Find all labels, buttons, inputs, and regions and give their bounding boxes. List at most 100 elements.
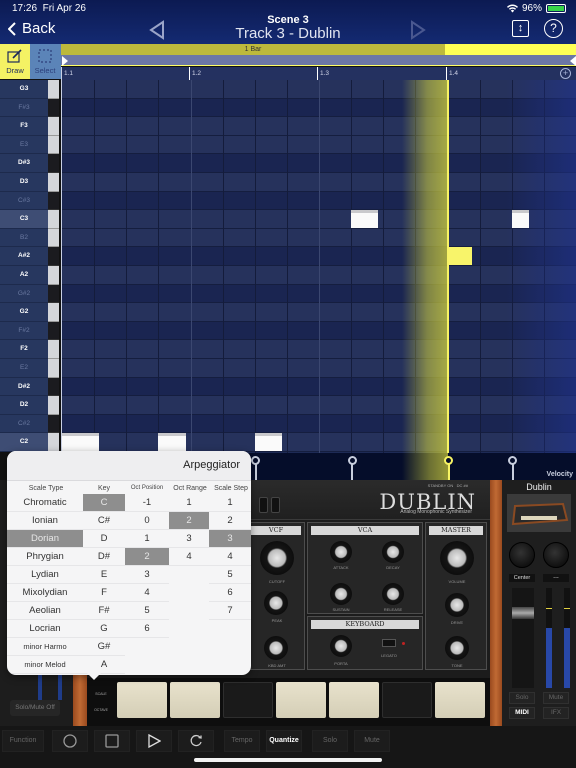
piano-key-row[interactable]: D3 [0, 173, 61, 192]
oct-position-option[interactable]: 3 [125, 566, 169, 584]
piano-key-row[interactable]: F#3 [0, 98, 61, 118]
piano-key[interactable] [48, 98, 59, 118]
piano-key-row[interactable]: D#2 [0, 377, 61, 397]
key-option[interactable]: C [83, 494, 125, 512]
key-option[interactable]: G# [83, 638, 125, 656]
piano-key-row[interactable]: G2 [0, 303, 61, 322]
help-button[interactable]: ? [544, 19, 563, 38]
oct-range-option[interactable]: 3 [169, 530, 209, 548]
scale-octave-controls[interactable]: SCALE OCTAVE [89, 682, 113, 718]
key-option[interactable]: D [83, 530, 125, 548]
add-bar-button[interactable]: + [560, 68, 571, 79]
key-option[interactable]: E [83, 566, 125, 584]
piano-key[interactable] [48, 396, 59, 415]
scale-type-option[interactable]: Mixolydian [7, 584, 83, 602]
scale-step-option[interactable]: 4 [209, 548, 251, 566]
piano-key-row[interactable]: D#3 [0, 154, 61, 173]
synth-key[interactable] [382, 682, 432, 718]
legato-switch[interactable] [382, 639, 396, 647]
piano-key[interactable] [48, 210, 59, 229]
note-block[interactable] [447, 247, 472, 266]
piano-key-row[interactable]: F2 [0, 340, 61, 359]
piano-key-row[interactable]: F#2 [0, 321, 61, 341]
scale-step-option[interactable]: 2 [209, 512, 251, 530]
piano-key-row[interactable]: C#3 [0, 191, 61, 211]
midi-button[interactable]: MIDI [509, 707, 535, 719]
note-block[interactable] [254, 433, 283, 452]
decay-knob[interactable] [382, 541, 404, 563]
piano-key[interactable] [48, 80, 59, 99]
piano-key-row[interactable]: E3 [0, 135, 61, 155]
attack-knob[interactable] [330, 541, 352, 563]
stop-button[interactable] [94, 730, 130, 752]
oct-position-option[interactable]: 6 [125, 620, 169, 638]
piano-key-row[interactable]: D2 [0, 396, 61, 415]
scale-type-option[interactable]: Aeolian [7, 602, 83, 620]
piano-key[interactable] [48, 173, 59, 192]
next-track-icon[interactable] [410, 20, 426, 40]
sustain-knob[interactable] [330, 583, 352, 605]
key-option[interactable]: G [83, 620, 125, 638]
scale-step-option[interactable]: 5 [209, 566, 251, 584]
piano-key[interactable] [48, 191, 59, 211]
piano-key[interactable] [48, 377, 59, 397]
piano-key-row[interactable]: C2 [0, 433, 61, 452]
mute-transport-button[interactable]: Mute [354, 730, 390, 752]
piano-key-row[interactable]: A#2 [0, 247, 61, 266]
volume-fader-handle[interactable] [512, 607, 534, 619]
solo-button[interactable]: Solo [509, 692, 535, 704]
scale-type-option[interactable]: Chromatic [7, 494, 83, 512]
release-knob[interactable] [382, 583, 404, 605]
tone-knob[interactable] [445, 636, 469, 660]
key-option[interactable]: F# [83, 602, 125, 620]
timeline-ruler[interactable]: 1.1 1.2 1.3 1.4 + [61, 67, 576, 80]
loop-button[interactable] [178, 730, 214, 752]
oct-position-option[interactable]: 1 [125, 530, 169, 548]
oct-position-option[interactable]: -1 [125, 494, 169, 512]
record-button[interactable] [52, 730, 88, 752]
porta-knob[interactable] [330, 635, 352, 657]
note-grid[interactable] [62, 80, 576, 453]
piano-key[interactable] [48, 321, 59, 341]
oct-range-option[interactable]: 2 [169, 512, 209, 530]
piano-key[interactable] [48, 228, 59, 248]
scale-type-option[interactable]: Ionian [7, 512, 83, 530]
oct-position-option[interactable]: 0 [125, 512, 169, 530]
piano-key[interactable] [48, 340, 59, 359]
piano-key[interactable] [48, 284, 59, 304]
piano-key[interactable] [48, 154, 59, 173]
piano-key[interactable] [48, 303, 59, 322]
loop-range[interactable] [61, 55, 576, 66]
volume-fader-track[interactable] [512, 588, 534, 688]
piano-key-row[interactable]: E2 [0, 359, 61, 378]
piano-key[interactable] [48, 359, 59, 378]
piano-key[interactable] [48, 433, 59, 452]
synth-key[interactable] [223, 682, 273, 718]
instrument-thumbnail[interactable] [507, 494, 571, 532]
note-block[interactable] [158, 433, 186, 452]
key-option[interactable]: C# [83, 512, 125, 530]
synth-key[interactable] [170, 682, 220, 718]
send-knob[interactable] [543, 542, 569, 568]
synth-key[interactable] [117, 682, 167, 718]
piano-key-row[interactable]: C#2 [0, 414, 61, 434]
velocity-handle[interactable] [347, 456, 357, 465]
synth-switch[interactable] [271, 497, 280, 513]
synth-key[interactable] [435, 682, 485, 718]
draw-tool-button[interactable]: Draw [0, 44, 30, 79]
piano-key[interactable] [48, 414, 59, 434]
loop-end-handle[interactable] [570, 56, 576, 66]
cutoff-knob[interactable] [260, 541, 294, 575]
scale-step-option[interactable]: 1 [209, 494, 251, 512]
scale-type-option[interactable]: Phrygian [7, 548, 83, 566]
tempo-button[interactable]: Tempo [224, 730, 260, 752]
kbd-amt-knob[interactable] [264, 636, 288, 660]
piano-key-row[interactable]: A2 [0, 266, 61, 285]
piano-key[interactable] [48, 247, 59, 266]
scale-step-option[interactable]: 6 [209, 584, 251, 602]
piano-key[interactable] [48, 135, 59, 155]
piano-key-row[interactable]: F3 [0, 117, 61, 136]
piano-key[interactable] [48, 117, 59, 136]
drive-knob[interactable] [445, 593, 469, 617]
quantize-button[interactable]: Quantize [266, 730, 302, 752]
